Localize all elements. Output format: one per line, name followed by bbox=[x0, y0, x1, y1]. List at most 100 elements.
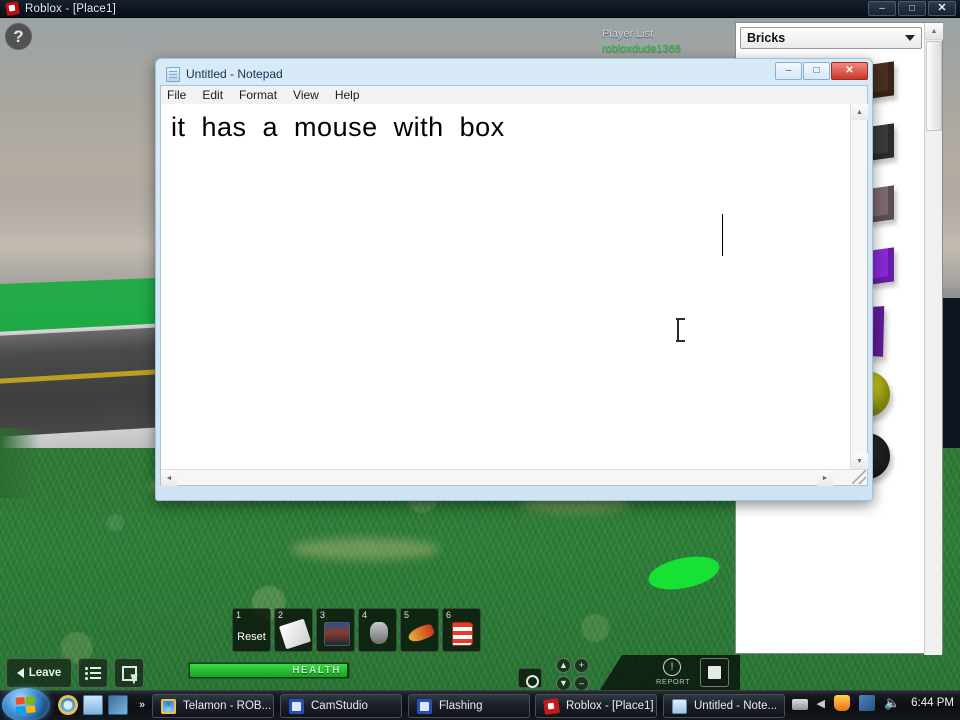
roblox-maximize-button[interactable]: □ bbox=[898, 1, 926, 16]
console-tool-icon bbox=[324, 622, 350, 646]
notepad-text-content: it has a mouse with box bbox=[171, 112, 505, 142]
menu-item-file[interactable]: File bbox=[167, 88, 186, 102]
player-list: Player List robloxdude1366 bbox=[602, 28, 722, 55]
camstudio-icon bbox=[417, 698, 432, 714]
notepad-horizontal-scrollbar[interactable]: ◄ ► bbox=[161, 469, 867, 486]
notepad-close-button[interactable]: ✕ bbox=[831, 62, 868, 80]
camera-tilt-up-button[interactable]: ▲ bbox=[556, 658, 571, 673]
taskbar-button-label: Untitled - Note... bbox=[694, 700, 778, 712]
camera-tilt-down-button[interactable]: ▼ bbox=[556, 676, 571, 691]
taskbar-button-telamon[interactable]: Telamon - ROB... bbox=[152, 694, 274, 718]
menu-item-edit[interactable]: Edit bbox=[202, 88, 223, 102]
notepad-titlebar[interactable]: Untitled - Notepad – □ ✕ bbox=[160, 62, 868, 85]
notepad-minimize-button[interactable]: – bbox=[775, 62, 802, 80]
scroll-right-icon[interactable]: ► bbox=[817, 470, 833, 486]
bricks-category-dropdown[interactable]: Bricks bbox=[740, 27, 922, 49]
switch-window-icon[interactable] bbox=[108, 695, 128, 715]
cursor-select-icon bbox=[122, 666, 137, 681]
volume-icon[interactable]: 🔈 bbox=[884, 695, 900, 711]
rocket-tool-icon bbox=[406, 622, 436, 645]
hotbar-slot-4[interactable]: 4 bbox=[358, 608, 397, 652]
keyboard-icon[interactable] bbox=[791, 699, 808, 710]
quick-launch-overflow-icon[interactable]: » bbox=[139, 699, 145, 711]
player-list-toggle-button[interactable] bbox=[78, 658, 108, 688]
roblox-close-button[interactable]: ✕ bbox=[928, 1, 956, 16]
player-list-item[interactable]: robloxdude1366 bbox=[602, 43, 722, 55]
roblox-titlebar[interactable]: Roblox - [Place1] – □ ✕ bbox=[0, 0, 960, 18]
hotbar-slot-2[interactable]: 2 bbox=[274, 608, 313, 652]
notepad-icon bbox=[166, 66, 180, 82]
health-bar-label: HEALTH bbox=[292, 665, 341, 676]
hotbar-slot-label: Reset bbox=[237, 631, 266, 643]
taskbar-button-camstudio[interactable]: CamStudio bbox=[280, 694, 402, 718]
network-icon[interactable] bbox=[858, 695, 875, 711]
notepad-vertical-scrollbar[interactable]: ▲ ▼ bbox=[850, 104, 868, 485]
hotbar-slot-key: 2 bbox=[278, 610, 284, 620]
taskbar-button-flashing[interactable]: Flashing bbox=[408, 694, 530, 718]
leave-button-label: Leave bbox=[28, 667, 62, 679]
zoom-out-button[interactable]: – bbox=[574, 676, 589, 691]
show-hidden-icons-arrow[interactable]: ◀ bbox=[817, 697, 825, 710]
menu-item-help[interactable]: Help bbox=[335, 88, 360, 102]
taskbar-clock[interactable]: 6:44 PM bbox=[911, 697, 954, 709]
notepad-window[interactable]: Untitled - Notepad – □ ✕ File Edit Forma… bbox=[155, 58, 873, 501]
roblox-window: Roblox - [Place1] – □ ✕ ? Player List ro… bbox=[0, 0, 960, 691]
hotbar-slot-6[interactable]: 6 bbox=[442, 608, 481, 652]
fullscreen-button[interactable] bbox=[700, 658, 729, 687]
report-button-label: REPORT bbox=[656, 677, 691, 686]
taskbar-button-roblox[interactable]: Roblox - [Place1] bbox=[535, 694, 657, 718]
notepad-window-controls: – □ ✕ bbox=[775, 62, 868, 80]
hotbar-slot-1[interactable]: 1 Reset bbox=[232, 608, 271, 652]
bricks-scrollbar[interactable]: ▲ bbox=[924, 23, 943, 655]
hotbar-slot-key: 4 bbox=[362, 610, 368, 620]
roblox-minimize-button[interactable]: – bbox=[868, 1, 896, 16]
report-icon: ! bbox=[663, 658, 681, 676]
grass-shadow-edge bbox=[0, 428, 40, 498]
hotbar-slot-3[interactable]: 3 bbox=[316, 608, 355, 652]
chevron-down-icon bbox=[905, 35, 915, 41]
menu-item-format[interactable]: Format bbox=[239, 88, 277, 102]
taskbar-button-label: Telamon - ROB... bbox=[183, 700, 272, 712]
scroll-left-icon[interactable]: ◄ bbox=[161, 470, 177, 486]
player-list-title: Player List bbox=[602, 28, 654, 40]
scroll-up-icon[interactable]: ▲ bbox=[851, 104, 868, 120]
bricks-scrollbar-thumb[interactable] bbox=[926, 41, 942, 131]
back-arrow-icon bbox=[16, 668, 24, 678]
text-caret bbox=[722, 214, 723, 256]
ibeam-mouse-cursor bbox=[676, 318, 685, 342]
notepad-maximize-button[interactable]: □ bbox=[803, 62, 830, 80]
player-list-icon bbox=[85, 667, 101, 680]
taskbar-button-label: Flashing bbox=[439, 700, 483, 712]
taskbar-button-notepad[interactable]: Untitled - Note... bbox=[663, 694, 785, 718]
hotbar-slot-key: 6 bbox=[446, 610, 452, 620]
scroll-up-icon[interactable]: ▲ bbox=[925, 23, 943, 40]
zoom-in-button[interactable]: + bbox=[574, 658, 589, 673]
roblox-logo-icon bbox=[5, 1, 20, 16]
camera-button[interactable] bbox=[518, 668, 542, 688]
report-button[interactable]: ! REPORT bbox=[656, 658, 691, 686]
flame-icon[interactable] bbox=[833, 695, 850, 711]
menu-item-view[interactable]: View bbox=[293, 88, 319, 102]
show-desktop-icon[interactable] bbox=[83, 695, 103, 715]
hotbar: 1 Reset 2 3 4 5 6 bbox=[232, 608, 481, 652]
notepad-text-area[interactable]: it has a mouse with box ▲ ▼ ◄ ► bbox=[160, 104, 868, 486]
notepad-window-title: Untitled - Notepad bbox=[186, 67, 283, 81]
build-cursor-button[interactable] bbox=[114, 658, 144, 688]
hotbar-slot-key: 1 bbox=[236, 610, 242, 620]
book-tool-icon bbox=[452, 622, 473, 646]
system-tray: ◀ 🔈 6:44 PM bbox=[791, 695, 954, 711]
hotbar-slot-5[interactable]: 5 bbox=[400, 608, 439, 652]
camstudio-icon bbox=[289, 698, 304, 714]
hotbar-slot-key: 5 bbox=[404, 610, 410, 620]
leave-button[interactable]: Leave bbox=[6, 658, 72, 688]
bomb-tool-icon bbox=[370, 622, 388, 644]
internet-explorer-icon[interactable] bbox=[58, 695, 78, 715]
roblox-window-title: Roblox - [Place1] bbox=[25, 2, 116, 15]
help-button[interactable]: ? bbox=[5, 23, 32, 50]
health-bar: HEALTH bbox=[188, 662, 350, 679]
taskbar-button-label: CamStudio bbox=[311, 700, 368, 712]
start-button[interactable] bbox=[2, 688, 50, 720]
resize-grip-icon[interactable] bbox=[852, 470, 866, 484]
taskbar-button-label: Roblox - [Place1] bbox=[566, 700, 654, 712]
scroll-down-icon[interactable]: ▼ bbox=[851, 453, 868, 469]
